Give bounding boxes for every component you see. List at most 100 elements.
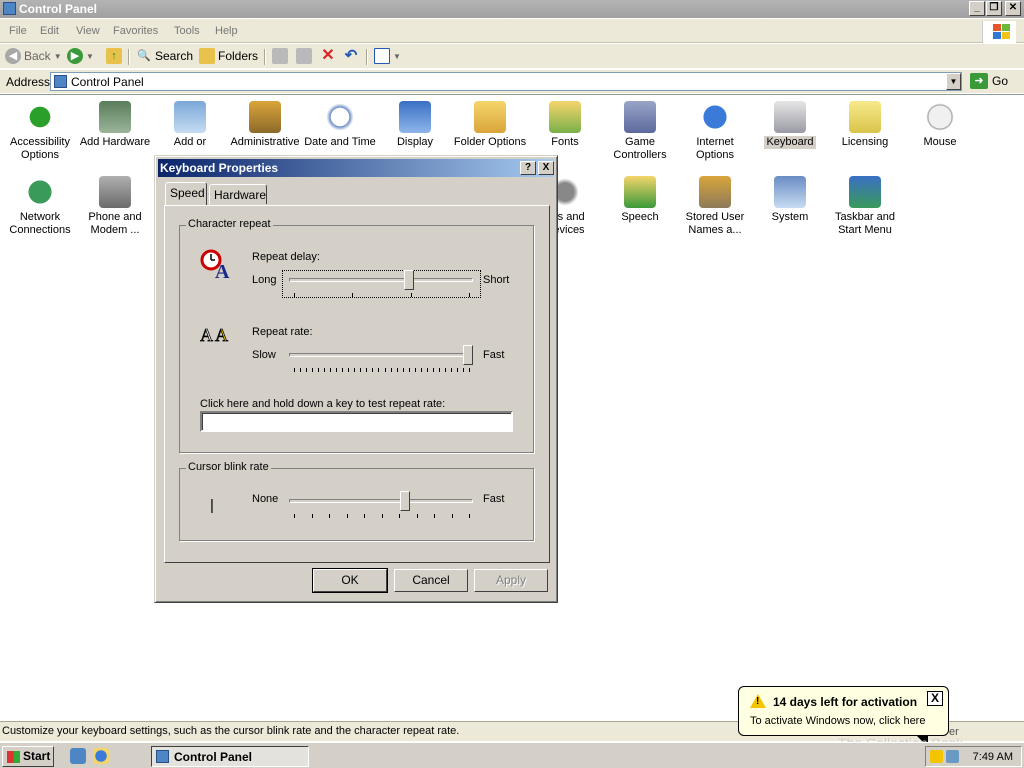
maximize-button[interactable]: ❐ (986, 1, 1002, 16)
minimize-button[interactable]: _ (969, 1, 985, 16)
internet-explorer-icon[interactable] (93, 748, 109, 764)
test-repeat-label: Click here and hold down a key to test r… (200, 398, 446, 410)
copy-to-button[interactable] (296, 48, 312, 64)
character-repeat-label: Character repeat (186, 218, 273, 230)
menu-view[interactable]: View (76, 25, 100, 37)
menu-file[interactable]: File (9, 25, 27, 37)
svg-text:A: A (215, 261, 230, 280)
repeat-delay-max-label: Short (483, 274, 510, 286)
cursor-blink-group: Cursor blink rate | None Fast (179, 461, 534, 541)
repeat-delay-slider[interactable] (403, 270, 414, 295)
cursor-blink-slider[interactable] (400, 491, 411, 516)
icon-keyboard[interactable]: Keyboard (752, 97, 828, 149)
close-button[interactable]: ✕ (1005, 1, 1021, 16)
activation-key-icon[interactable] (930, 750, 943, 763)
icon-game-controllers[interactable]: Game Controllers (602, 97, 678, 162)
window-titlebar[interactable]: Control Panel _ ❐ ✕ (0, 0, 1024, 18)
menu-favorites[interactable]: Favorites (113, 25, 158, 37)
up-folder-button[interactable]: ↑ (106, 48, 122, 64)
speech-icon (624, 176, 656, 208)
show-desktop-icon[interactable] (70, 748, 86, 764)
apply-button[interactable]: Apply (474, 569, 548, 592)
tab-speed[interactable]: Speed (165, 182, 207, 205)
menu-help[interactable]: Help (215, 25, 238, 37)
cursor-blink-track (289, 499, 473, 503)
game-controller-icon (624, 101, 656, 133)
licensing-certificate-icon (849, 101, 881, 133)
svg-text:A: A (215, 325, 228, 345)
tab-hardware[interactable]: Hardware (209, 184, 267, 204)
clock[interactable]: 7:49 AM (973, 751, 1013, 763)
start-button[interactable]: Start (2, 746, 54, 767)
test-repeat-input[interactable] (200, 411, 513, 432)
move-to-button[interactable] (272, 48, 288, 64)
forward-button[interactable]: ▶ ▼ (67, 48, 94, 64)
activation-balloon[interactable]: ! 14 days left for activation To activat… (738, 686, 949, 736)
globe-icon (699, 101, 731, 133)
system-tray: 7:49 AM (925, 746, 1022, 767)
toolbar: ◀ Back ▼ ▶ ▼ ↑ 🔍 Search Folders ✕ ↶ ▼ (0, 44, 1024, 68)
window-title: Control Panel (19, 2, 98, 16)
icon-add-hardware[interactable]: Add Hardware (77, 97, 153, 149)
svg-text:A: A (200, 325, 213, 345)
cursor-blink-max-label: Fast (483, 493, 505, 505)
icon-fonts[interactable]: Fonts (527, 97, 603, 149)
cursor-preview-icon: | (210, 497, 214, 514)
folders-button[interactable]: Folders (199, 48, 258, 64)
search-button[interactable]: 🔍 Search (136, 48, 193, 64)
icon-display[interactable]: Display (377, 97, 453, 149)
phone-modem-icon (99, 176, 131, 208)
dialog-title: Keyboard Properties (160, 161, 279, 175)
dialog-help-button[interactable]: ? (520, 161, 536, 175)
views-button[interactable]: ▼ (374, 48, 401, 64)
menu-bar: File Edit View Favorites Tools Help (0, 19, 1024, 43)
move-to-icon (272, 48, 288, 64)
balloon-title: 14 days left for activation (773, 695, 918, 709)
icon-mouse[interactable]: Mouse (902, 97, 978, 149)
fonts-icon (549, 101, 581, 133)
menu-edit[interactable]: Edit (40, 25, 59, 37)
repeat-rate-slider[interactable] (463, 345, 473, 370)
address-bar: Address Control Panel ▼ ➜ Go (0, 69, 1024, 93)
network-tray-icon[interactable] (946, 750, 959, 763)
icon-date-and-time[interactable]: Date and Time (302, 97, 378, 149)
cursor-blink-label: Cursor blink rate (186, 461, 271, 473)
icon-administrative-tools[interactable]: Administrative (227, 97, 303, 149)
go-button[interactable]: ➜ Go (970, 73, 1008, 89)
dialog-close-button[interactable]: X (538, 161, 554, 175)
icon-network-connections[interactable]: Network Connections (2, 172, 78, 237)
folders-icon (199, 48, 215, 64)
ok-button[interactable]: OK (312, 568, 388, 593)
keys-icon (699, 176, 731, 208)
balloon-body[interactable]: To activate Windows now, click here (750, 715, 925, 727)
address-input[interactable]: Control Panel (50, 72, 962, 91)
icon-licensing[interactable]: Licensing (827, 97, 903, 149)
icon-add-remove-programs[interactable]: Add or (152, 97, 228, 149)
icon-stored-user-names[interactable]: Stored User Names a... (677, 172, 753, 237)
add-remove-programs-icon (174, 101, 206, 133)
address-dropdown-button[interactable]: ▼ (946, 73, 961, 90)
icon-system[interactable]: System (752, 172, 828, 224)
forward-arrow-icon: ▶ (67, 48, 83, 64)
cancel-button[interactable]: Cancel (394, 569, 468, 592)
repeat-delay-label: Repeat delay: (252, 251, 320, 263)
undo-button[interactable]: ↶ (343, 48, 359, 64)
network-icon (24, 176, 56, 208)
dialog-titlebar[interactable]: Keyboard Properties ? X (158, 159, 554, 177)
icon-speech[interactable]: Speech (602, 172, 678, 224)
back-button[interactable]: ◀ Back ▼ (5, 48, 62, 64)
up-folder-icon: ↑ (106, 48, 122, 64)
taskbar-item-control-panel[interactable]: Control Panel (151, 746, 309, 767)
character-repeat-group: Character repeat A Repeat delay: Long Sh… (179, 218, 534, 453)
menu-tools[interactable]: Tools (174, 25, 200, 37)
icon-taskbar-and-start-menu[interactable]: Taskbar and Start Menu (827, 172, 903, 237)
icon-internet-options[interactable]: Internet Options (677, 97, 753, 162)
add-hardware-icon (99, 101, 131, 133)
icon-accessibility-options[interactable]: Accessibility Options (2, 97, 78, 162)
windows-flag-icon (982, 21, 1016, 43)
undo-icon: ↶ (344, 47, 358, 64)
icon-folder-options[interactable]: Folder Options (452, 97, 528, 149)
balloon-close-button[interactable]: X (927, 691, 943, 706)
icon-phone-and-modem[interactable]: Phone and Modem ... (77, 172, 153, 237)
delete-button[interactable]: ✕ (320, 48, 336, 64)
